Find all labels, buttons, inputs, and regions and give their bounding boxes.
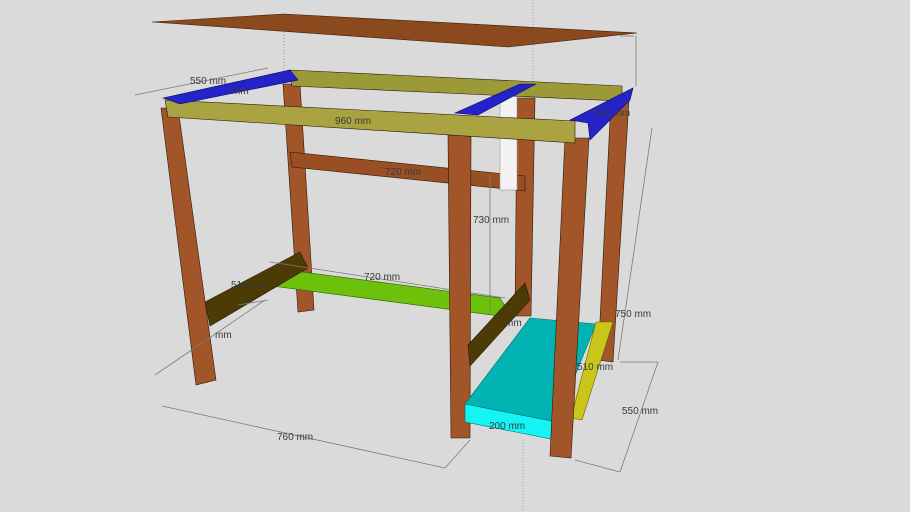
dim-label-right-top: 510 mm — [594, 108, 630, 119]
dim-label-right-rail: 510 mm — [577, 362, 613, 373]
dim-label-top-depth-inner: mm — [232, 86, 249, 97]
dimension-line — [444, 439, 471, 469]
dim-label-front-beam: 960 mm — [335, 116, 371, 127]
dim-label-mid-cross: mm — [505, 318, 522, 329]
dim-label-shelf-width: 200 mm — [489, 421, 525, 432]
dim-label-lower-rail: 720 mm — [364, 272, 400, 283]
dim-label-back-rail: 720 mm — [385, 167, 421, 178]
blue-beam-left[interactable] — [161, 69, 299, 105]
dimension-line — [574, 459, 621, 473]
dim-label-right-height: 750 mm — [615, 309, 651, 320]
dim-label-base-width: 760 mm — [277, 432, 313, 443]
dim-label-right-depth: 550 mm — [622, 406, 658, 417]
dim-label-left-depth: mm — [215, 330, 232, 341]
sketchup-viewport[interactable]: 550 mm mm 960 mm 720 mm 730 mm 720 mm 51… — [0, 0, 910, 512]
dimension-line — [619, 361, 659, 473]
leg-front-middle[interactable] — [447, 134, 472, 439]
dim-label-left-cross: 510 mm — [231, 280, 267, 291]
dim-label-top-depth: 550 mm — [190, 76, 226, 87]
back-beam[interactable] — [289, 69, 623, 102]
dim-label-pipe-height: 730 mm — [473, 215, 509, 226]
desk-model: 550 mm mm 960 mm 720 mm 730 mm 720 mm 51… — [134, 0, 659, 512]
leg-front-left[interactable] — [160, 107, 217, 386]
desktop-board[interactable] — [151, 13, 638, 48]
